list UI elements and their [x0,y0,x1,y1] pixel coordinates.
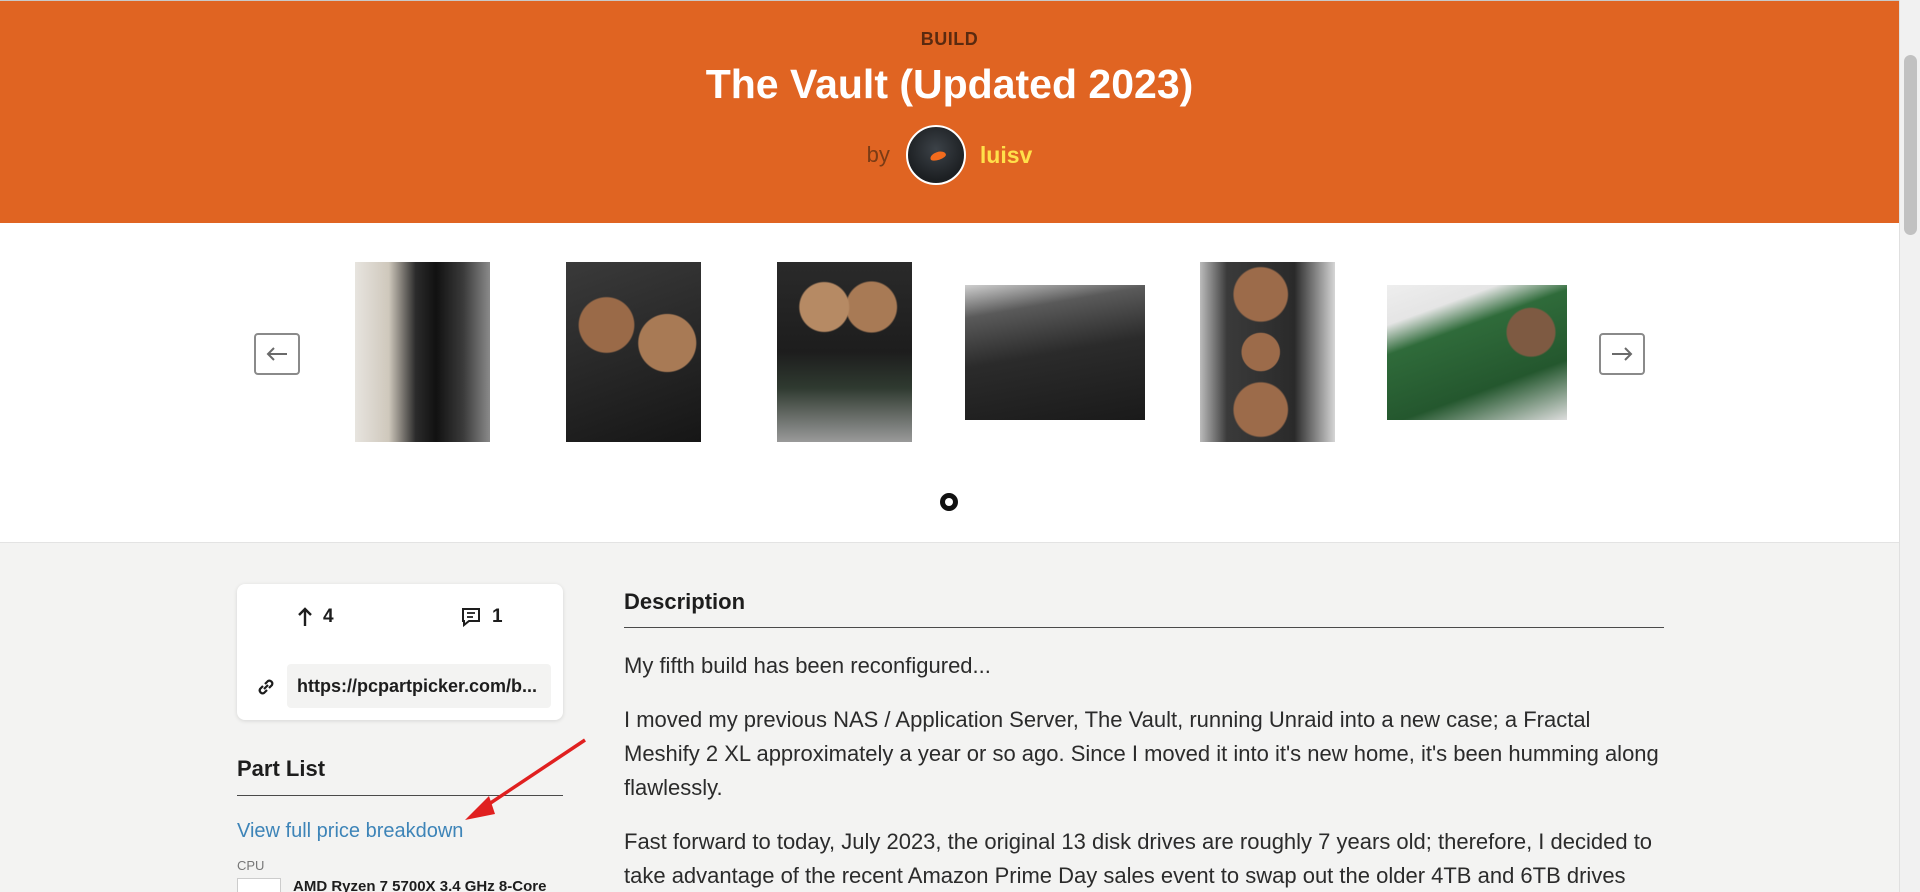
comments-button[interactable]: 1 [460,606,503,628]
arrow-right-icon [1612,347,1633,361]
user-avatar[interactable] [905,125,966,185]
build-stats-card: 4 1 https://pcpartpicker.com/b... [237,584,563,720]
gallery-image-3[interactable] [777,262,912,442]
gallery-image-2[interactable] [566,262,701,442]
part-list-divider [237,795,563,796]
page-scrollbar[interactable] [1899,0,1920,892]
description-paragraph: I moved my previous NAS / Application Se… [624,707,1659,800]
build-kicker: BUILD [920,29,979,49]
build-title: The Vault (Updated 2023) [705,61,1194,107]
upvote-button[interactable]: 4 [297,606,334,628]
comment-icon [462,608,480,628]
part-list-title: Part List [237,756,326,781]
description-paragraph: My fifth build has been reconfigured... [624,653,991,678]
comment-count: 1 [492,606,503,627]
part-thumbnail [237,878,281,892]
link-icon [258,679,274,695]
description-divider [624,627,1664,628]
gallery-prev-button[interactable] [254,333,300,375]
gallery-next-button[interactable] [1599,333,1645,375]
part-name: AMD Ryzen 7 5700X 3.4 GHz 8-Core [293,878,547,892]
gallery-image-6[interactable] [1387,285,1567,420]
arrow-up-icon [298,607,312,626]
permalink-field[interactable]: https://pcpartpicker.com/b... [287,664,551,708]
image-gallery [0,223,1899,543]
build-header: BUILD The Vault (Updated 2023) by luisv [0,0,1899,223]
gallery-image-4[interactable] [965,285,1145,420]
part-category-label: CPU [237,858,265,873]
by-label: by [866,142,890,167]
part-list-item[interactable]: AMD Ryzen 7 5700X 3.4 GHz 8-Core [237,878,559,892]
gallery-image-5[interactable] [1200,262,1335,442]
price-breakdown-link[interactable]: View full price breakdown [237,820,463,843]
scrollbar-thumb[interactable] [1904,55,1917,235]
gallery-image-1[interactable] [355,262,490,442]
byline: by luisv [0,125,1899,185]
annotation-arrow-icon [465,738,586,820]
gallery-page-indicator[interactable] [940,493,958,511]
username-link[interactable]: luisv [980,142,1032,169]
avatar-eye-icon [929,149,947,163]
description-paragraph: Fast forward to today, July 2023, the or… [624,829,1653,888]
arrow-left-icon [266,347,287,361]
description-title: Description [624,589,746,614]
vote-count: 4 [323,606,334,627]
